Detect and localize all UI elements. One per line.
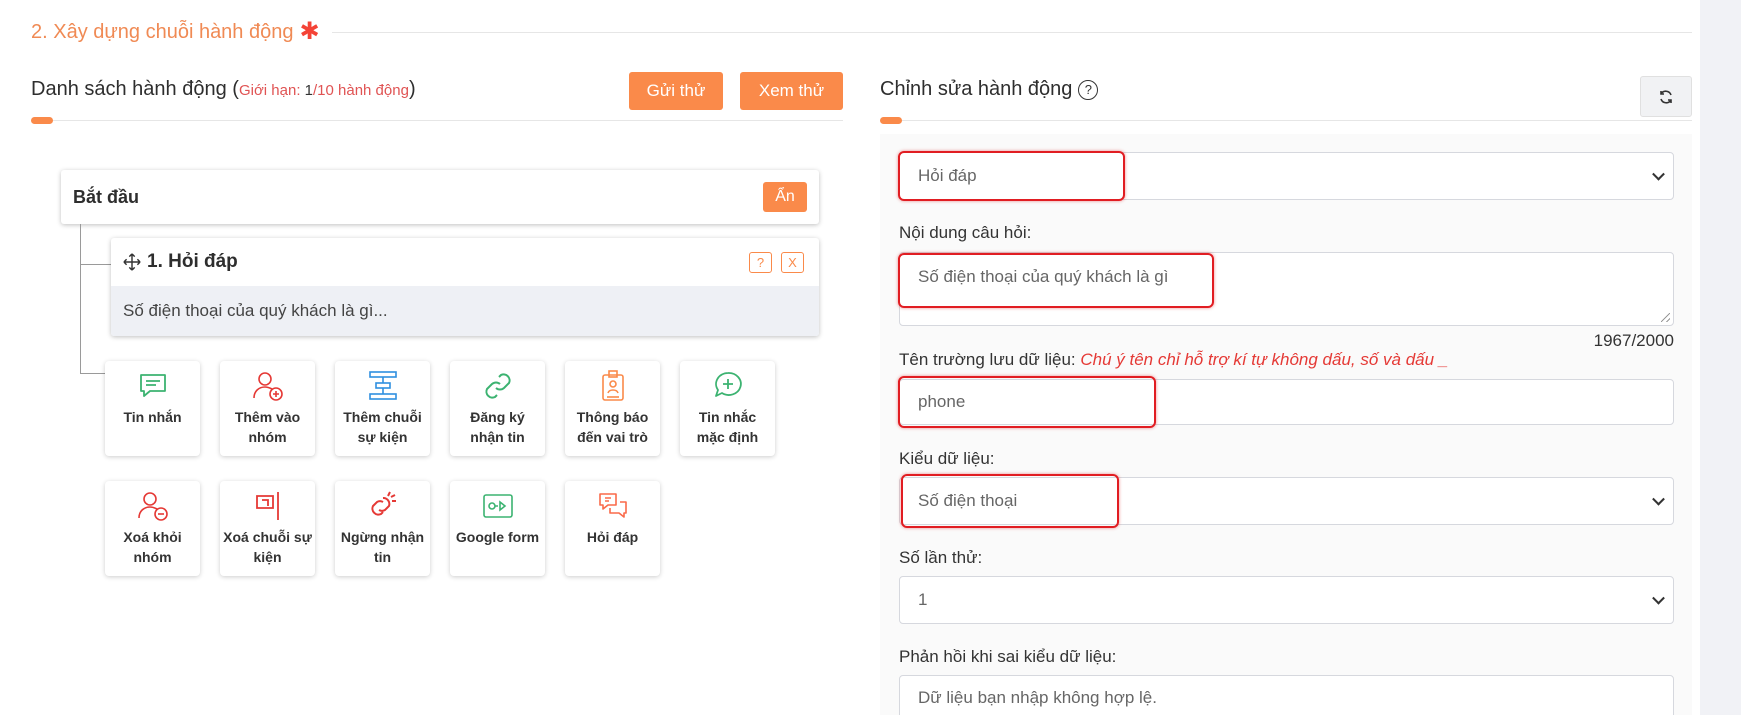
help-icon[interactable]: ? <box>1078 79 1099 100</box>
tile-unsubscribe[interactable]: Ngừng nhận tin <box>335 481 430 576</box>
data-type-value: Số điện thoại <box>918 491 1018 510</box>
question-textarea[interactable]: Số điện thoại của quý khách là gì <box>899 252 1674 326</box>
user-remove-icon <box>137 492 168 521</box>
tile-subscribe[interactable]: Đăng ký nhận tin <box>450 361 545 456</box>
tile-remove-flow[interactable]: Xoá chuỗi sự kiện <box>220 481 315 576</box>
tile-label: Hỏi đáp <box>586 529 639 545</box>
action-type-value: Hỏi đáp <box>918 166 977 185</box>
link-icon <box>484 373 511 399</box>
tile-notify-role[interactable]: Thông báo đến vai trò <box>565 361 660 456</box>
wrong-type-value: Dữ liệu bạn nhập không hợp lệ. <box>918 688 1157 707</box>
tile-default-reminder[interactable]: Tin nhắc mặc định <box>680 361 775 456</box>
step-delete-button[interactable]: X <box>781 252 804 273</box>
data-type-label: Kiểu dữ liệu: <box>899 449 995 468</box>
tile-google-form[interactable]: Google form <box>450 481 545 576</box>
question-value: Số điện thoại của quý khách là gì <box>918 267 1169 286</box>
char-counter: 1967/2000 <box>1593 331 1674 350</box>
right-divider <box>880 120 1692 121</box>
tile-label: Google form <box>455 529 540 545</box>
action-limit: Giới hạn: 1/10 hành động <box>238 82 409 99</box>
required-mark: ✱ <box>299 18 320 45</box>
hide-button[interactable]: Ẩn <box>763 182 807 212</box>
section-title-text: 2. Xây dựng chuỗi hành động <box>31 20 294 43</box>
tile-label: Xoá khỏi nhóm <box>123 529 182 565</box>
action-list-title: Danh sách hành động (Giới hạn: 1/10 hành… <box>31 78 416 100</box>
tile-qa[interactable]: Hỏi đáp <box>565 481 660 576</box>
field-name-input[interactable]: phone <box>899 379 1674 425</box>
tile-label: Thêm vào nhóm <box>234 409 301 445</box>
step-help-button[interactable]: ? <box>749 252 772 273</box>
right-accent-bar <box>880 117 902 124</box>
tile-label: Ngừng nhận tin <box>340 529 425 565</box>
tile-add-flow[interactable]: Thêm chuỗi sự kiện <box>335 361 430 456</box>
chat-plus-icon <box>714 372 742 397</box>
action-list-title-text: Danh sách hành động <box>31 78 227 100</box>
wrong-type-input[interactable]: Dữ liệu bạn nhập không hợp lệ. <box>899 675 1674 715</box>
tile-label: Xoá chuỗi sự kiện <box>223 529 312 565</box>
section-divider <box>332 32 1692 33</box>
tries-label: Số lần thử: <box>899 548 983 567</box>
left-divider <box>31 120 843 121</box>
question-label: Nội dung câu hỏi: <box>899 223 1032 242</box>
unlink-icon <box>370 491 396 516</box>
edit-action-title: Chỉnh sửa hành động ? <box>880 78 1099 101</box>
tries-select[interactable]: 1 <box>899 576 1674 624</box>
flow-icon <box>368 371 397 400</box>
tile-message[interactable]: Tin nhắn <box>105 361 200 456</box>
chevron-down-icon <box>1652 492 1665 506</box>
refresh-icon <box>1660 89 1672 104</box>
wrong-type-label: Phản hồi khi sai kiểu dữ liệu: <box>899 647 1117 666</box>
start-node-label: Bắt đầu <box>73 186 140 207</box>
section-title: 2. Xây dựng chuỗi hành động ✱ <box>31 20 320 44</box>
tries-value: 1 <box>918 590 928 609</box>
badge-icon <box>601 370 624 401</box>
chevron-down-icon <box>1652 167 1665 181</box>
step-title: 1. Hỏi đáp <box>147 251 238 272</box>
flag-remove-icon <box>255 492 279 520</box>
tile-label: Thêm chuỗi sự kiện <box>343 409 422 445</box>
data-type-select[interactable]: Số điện thoại <box>899 477 1674 525</box>
refresh-button[interactable] <box>1640 76 1692 117</box>
tile-remove-group[interactable]: Xoá khỏi nhóm <box>105 481 200 576</box>
chevron-down-icon <box>1652 591 1665 605</box>
tile-add-group[interactable]: Thêm vào nhóm <box>220 361 315 456</box>
user-add-icon <box>252 372 283 401</box>
form-icon <box>482 494 513 518</box>
tile-label: Tin nhắc mặc định <box>696 409 759 445</box>
step-card-qa[interactable]: 1. Hỏi đáp ? X Số điện thoại của quý khá… <box>111 238 819 336</box>
tree-connector <box>80 264 111 265</box>
move-icon[interactable] <box>123 253 141 271</box>
tree-connector <box>80 373 106 374</box>
qa-icon <box>598 493 627 518</box>
start-node: Bắt đầu Ẩn <box>61 170 819 224</box>
field-name-value: phone <box>918 392 966 411</box>
send-test-button[interactable]: Gửi thử <box>629 72 723 110</box>
tile-label: Tin nhắn <box>123 409 182 425</box>
edit-action-title-text: Chỉnh sửa hành động <box>880 78 1073 100</box>
action-type-select[interactable]: Hỏi đáp <box>899 152 1674 200</box>
scrollbar-gutter[interactable] <box>1700 0 1741 715</box>
field-name-label: Tên trường lưu dữ liệu: Chú ý tên chỉ hỗ… <box>899 350 1449 369</box>
tile-label: Thông báo đến vai trò <box>576 409 649 445</box>
tree-connector <box>80 224 81 374</box>
field-name-warning: Chú ý tên chỉ hỗ trợ kí tự không dấu, số… <box>1080 350 1449 369</box>
tile-label: Đăng ký nhận tin <box>470 409 525 445</box>
chat-icon <box>139 374 166 397</box>
left-accent-bar <box>31 117 53 124</box>
resize-handle-icon[interactable] <box>1661 313 1670 322</box>
preview-button[interactable]: Xem thử <box>740 72 843 110</box>
step-card-header: 1. Hỏi đáp ? X <box>111 238 819 286</box>
step-preview-text: Số điện thoại của quý khách là gì... <box>111 286 819 336</box>
